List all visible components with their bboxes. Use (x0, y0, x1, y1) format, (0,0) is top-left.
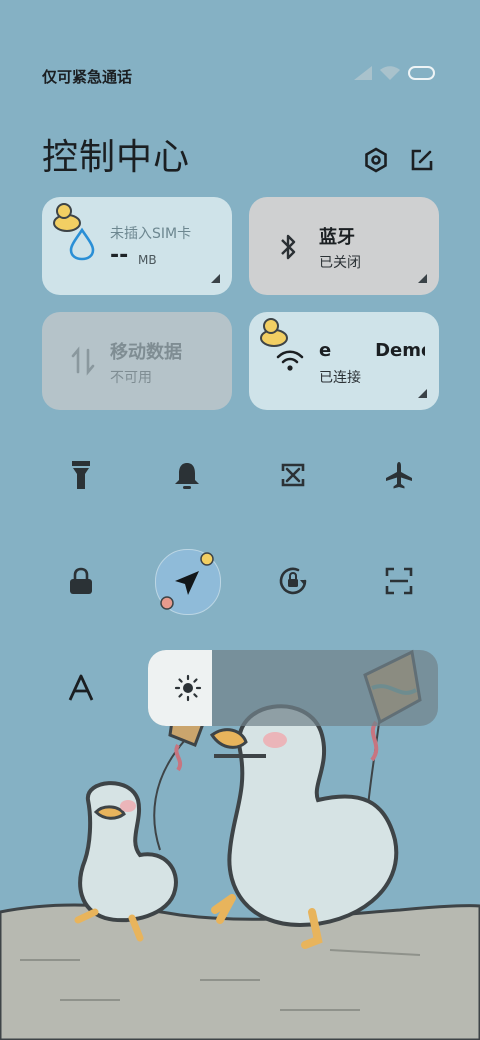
settings-button[interactable] (360, 144, 392, 176)
mobile-data-icon (71, 346, 95, 376)
bluetooth-title: 蓝牙 (319, 227, 355, 248)
data-usage-tile[interactable]: 未插入SIM卡 -- MB (42, 197, 232, 295)
mobile-data-status: 不可用 (110, 370, 152, 386)
bluetooth-icon (281, 234, 296, 260)
page-title: 控制中心 (42, 137, 191, 178)
duck-sticker-icon (200, 552, 214, 566)
wifi-status-icon (380, 66, 400, 80)
carrier-status: 仅可紧急通话 (42, 68, 133, 86)
water-drop-icon (69, 227, 95, 261)
scanner-icon (385, 567, 413, 595)
tile-corner-icon (211, 274, 220, 283)
wifi-icon (276, 350, 304, 371)
duck-sticker-icon (260, 318, 288, 347)
screenshot-icon (281, 463, 305, 487)
tile-corner-icon (418, 389, 427, 398)
gear-icon (365, 147, 387, 173)
location-toggle[interactable] (155, 549, 221, 615)
wifi-status: 已连接 (319, 370, 361, 386)
wifi-network-name: e Demo (319, 340, 425, 361)
edit-button[interactable] (406, 144, 438, 176)
wifi-tile[interactable]: e Demo 已连接 (249, 312, 439, 410)
signal-icon (354, 66, 372, 80)
lock-icon (70, 567, 92, 594)
data-usage-value: -- (110, 243, 129, 268)
rotation-lock-icon (279, 567, 307, 595)
sim-status: 未插入SIM卡 (110, 226, 192, 242)
flashlight-icon (72, 461, 90, 489)
lock-screen-toggle[interactable] (53, 553, 109, 609)
bell-icon (175, 463, 199, 489)
bluetooth-status: 已关闭 (319, 255, 361, 271)
flashlight-toggle[interactable] (53, 447, 109, 503)
bluetooth-tile[interactable]: 蓝牙 已关闭 (249, 197, 439, 295)
status-icons (354, 66, 436, 80)
silent-toggle[interactable] (159, 447, 215, 503)
rotation-lock-toggle[interactable] (265, 553, 321, 609)
location-icon (175, 571, 199, 595)
edit-icon (411, 149, 433, 171)
font-size-icon (68, 674, 94, 701)
screenshot-toggle[interactable] (265, 447, 321, 503)
tile-corner-icon (418, 274, 427, 283)
brightness-icon (174, 674, 202, 702)
font-size-button[interactable] (53, 660, 109, 716)
mobile-data-title: 移动数据 (110, 342, 182, 363)
flower-sticker-icon (160, 596, 174, 610)
data-usage-unit: MB (138, 253, 157, 267)
battery-icon (408, 66, 435, 80)
scanner-toggle[interactable] (371, 553, 427, 609)
mobile-data-tile[interactable]: 移动数据 不可用 (42, 312, 232, 410)
brightness-slider[interactable] (148, 650, 438, 726)
airplane-icon (386, 462, 412, 489)
airplane-toggle[interactable] (371, 447, 427, 503)
